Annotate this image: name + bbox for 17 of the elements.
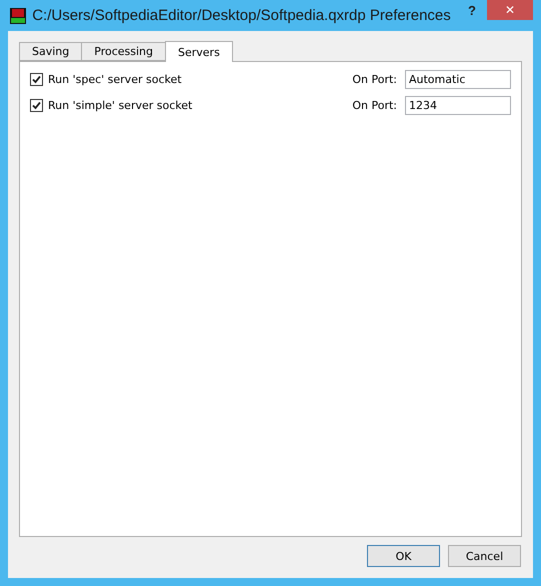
checkbox[interactable]	[30, 99, 43, 112]
app-logo-icon	[10, 8, 26, 24]
help-button[interactable]: ?	[457, 0, 487, 20]
tab[interactable]: Servers	[165, 41, 233, 62]
checkbox-label: Run 'simple' server socket	[48, 99, 194, 112]
ok-button[interactable]: OK	[367, 545, 440, 567]
port-field[interactable]: 1234	[405, 96, 511, 115]
window-title: C:/Users/SoftpediaEditor/Desktop/Softpedia.qxrdp Preferences	[31, 7, 452, 24]
tab[interactable]: Processing	[81, 42, 166, 61]
tab[interactable]: Saving	[19, 42, 82, 61]
checkbox[interactable]	[30, 73, 43, 86]
port-field[interactable]: Automatic	[405, 70, 511, 89]
cancel-button[interactable]: Cancel	[448, 545, 521, 567]
checkbox-label: Run 'spec' server socket	[48, 73, 183, 86]
port-label: On Port:	[352, 99, 397, 112]
port-label: On Port:	[352, 73, 397, 86]
close-button[interactable]: ✕	[487, 0, 533, 20]
